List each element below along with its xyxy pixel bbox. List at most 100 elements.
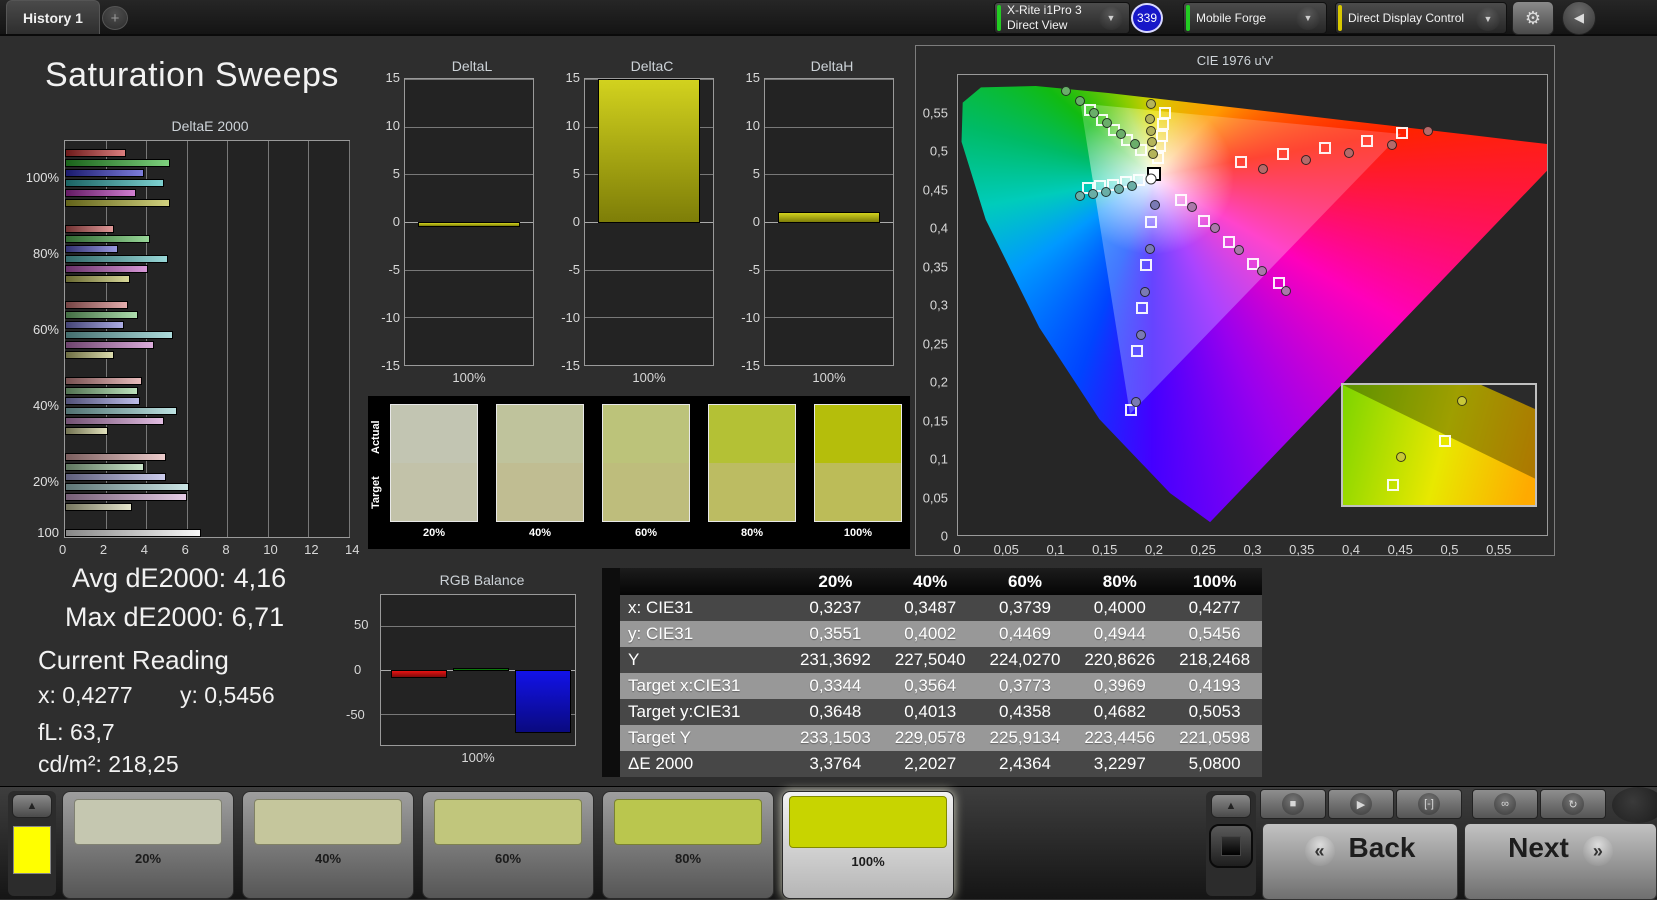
meter-dropdown[interactable]: X-Rite i1Pro 3 Direct View ▼ — [994, 2, 1130, 34]
miniH-bar — [777, 212, 881, 223]
target-row-label: Target — [370, 476, 382, 510]
chevron-down-icon[interactable]: ▼ — [1099, 6, 1123, 30]
pattern-options-panel: ▲ — [1206, 791, 1256, 896]
current-pattern-swatch[interactable] — [13, 826, 51, 874]
meter-count-badge[interactable]: 339 — [1131, 3, 1163, 33]
page-title: Saturation Sweeps — [45, 56, 339, 94]
patch-label: 60% — [494, 851, 522, 866]
deltaC-chart: DeltaC 100% 15 10 5 0 -5 -10 -15 — [552, 58, 720, 398]
current-x: x: 0,4277 — [38, 682, 133, 708]
deltae-x-tick: 2 — [99, 542, 108, 557]
measured-circle-yellow — [1147, 137, 1158, 148]
deltae-bar — [65, 159, 171, 167]
target-square-red — [1319, 141, 1332, 154]
cie-x-tick: 0 — [953, 542, 961, 557]
deltae-group-label: 100% — [25, 170, 59, 185]
deltae-bar — [65, 453, 167, 461]
settings-button[interactable]: ⚙ — [1512, 1, 1554, 35]
cie-x-tick: 0,35 — [1289, 542, 1315, 557]
patch-button-80%[interactable]: 80% — [602, 791, 774, 899]
measured-circle-cyan — [1126, 181, 1137, 192]
deltae-bar — [65, 493, 187, 501]
measure-button[interactable]: [-] — [1396, 789, 1462, 819]
play-button[interactable]: ▶ — [1328, 789, 1394, 819]
target-square-blue — [1145, 216, 1158, 229]
patch-button-60%[interactable]: 60% — [422, 791, 594, 899]
deltae-bar — [65, 169, 145, 177]
deltae-bar — [65, 483, 189, 491]
deltaL-chart: DeltaL 100% 15 10 5 0 -5 -10 -15 — [372, 58, 540, 398]
refresh-button[interactable]: ↻ — [1540, 789, 1606, 819]
measured-circle-red — [1343, 148, 1354, 159]
deltae-bar — [65, 427, 108, 435]
table-cell: 0,4277 — [1167, 595, 1262, 621]
stop-button[interactable]: ■ — [1260, 789, 1326, 819]
cie-x-tick: 0,4 — [1341, 542, 1361, 557]
measured-circle-red — [1258, 164, 1269, 175]
deltaH-x-label: 100% — [812, 370, 846, 385]
loop-icon: ∞ — [1494, 793, 1516, 815]
current-cdm2: cd/m²: 218,25 — [38, 751, 179, 777]
miniL-y-tick: 15 — [385, 70, 400, 85]
measured-circle-cyan — [1113, 184, 1124, 195]
deltaC-plot — [584, 78, 714, 366]
next-chevron-icon: » — [1582, 836, 1613, 866]
miniC-y-tick: 15 — [565, 70, 580, 85]
deltae-bar — [65, 463, 145, 471]
table-cell: 0,3648 — [788, 699, 883, 725]
deltae-x-tick: 10 — [263, 542, 278, 557]
extra-round-button[interactable] — [1612, 787, 1657, 823]
workflow-dropdown[interactable]: Direct Display Control ▼ — [1335, 2, 1507, 34]
deltae-x-tick: 4 — [140, 542, 148, 557]
collapse-button[interactable]: ◀ — [1562, 1, 1596, 35]
pattern-up-button[interactable]: ▲ — [1211, 794, 1251, 818]
patch-button-40%[interactable]: 40% — [242, 791, 414, 899]
measured-circle-blue — [1145, 244, 1156, 255]
deltaL-x-label: 100% — [452, 370, 486, 385]
measured-circle-green — [1102, 118, 1113, 129]
measured-circle-blue — [1140, 286, 1151, 297]
patch-swatch — [74, 799, 222, 845]
source-dropdown[interactable]: Mobile Forge ▼ — [1183, 2, 1327, 34]
current-fl: fL: 63,7 — [38, 719, 115, 745]
patch-button-100%[interactable]: 100% — [782, 791, 954, 899]
deltae-x-tick: 14 — [345, 542, 360, 557]
deltae-bar — [65, 245, 118, 253]
cie-y-tick: 0,55 — [922, 105, 948, 120]
measured-circle-cyan — [1074, 191, 1085, 202]
miniL-y-tick: -10 — [381, 310, 400, 325]
deltae-bar — [65, 397, 141, 405]
measured-circle-yellow — [1146, 99, 1157, 110]
miniL-bar — [417, 222, 521, 227]
table-cell: 221,0598 — [1167, 725, 1262, 751]
pattern-window-button[interactable] — [1209, 824, 1253, 868]
scroll-up-button[interactable]: ▲ — [12, 794, 52, 818]
cie1976-title: CIE 1976 u'v' — [1196, 53, 1274, 68]
tab-history-1[interactable]: History 1 — [6, 0, 100, 34]
rgb-bar-red — [391, 670, 447, 679]
swatch-actual — [603, 405, 689, 463]
inset-measured-circle — [1457, 395, 1468, 406]
add-tab-button[interactable]: + — [102, 6, 128, 30]
rgb-y-tick: 50 — [354, 617, 369, 633]
next-button[interactable]: Next » — [1464, 823, 1657, 900]
cie-x-tick: 0,5 — [1440, 542, 1459, 557]
pattern-window-icon — [1221, 836, 1241, 856]
inset-target-square — [1438, 435, 1451, 448]
measured-circle-red — [1423, 125, 1434, 136]
table-cell: 3,3764 — [788, 751, 883, 777]
loop-button[interactable]: ∞ — [1472, 789, 1538, 819]
rgb-balance-title: RGB Balance — [439, 572, 525, 588]
bottom-bar: ▲ 20% 40% 60% 80% 100% ▲ ■ ▶ [-] ∞ ↻ « Back Next… — [0, 786, 1657, 900]
patch-button-20%[interactable]: 20% — [62, 791, 234, 899]
chevron-down-icon[interactable]: ▼ — [1296, 6, 1320, 30]
table-cell: 223,4456 — [1072, 725, 1168, 751]
chevron-down-icon[interactable]: ▼ — [1476, 7, 1500, 31]
deltae-bar — [65, 301, 128, 309]
measurement-table: 20% 40% 60% 80% 100% x: CIE31 0,3237 0,3487 0,3… — [602, 568, 1262, 777]
deltae-bar — [65, 275, 130, 283]
table-cell: 220,8626 — [1072, 647, 1168, 673]
deltae-group-label: 20% — [32, 474, 59, 489]
back-button[interactable]: « Back — [1262, 823, 1458, 900]
cie-y-tick: 0,1 — [929, 451, 948, 467]
